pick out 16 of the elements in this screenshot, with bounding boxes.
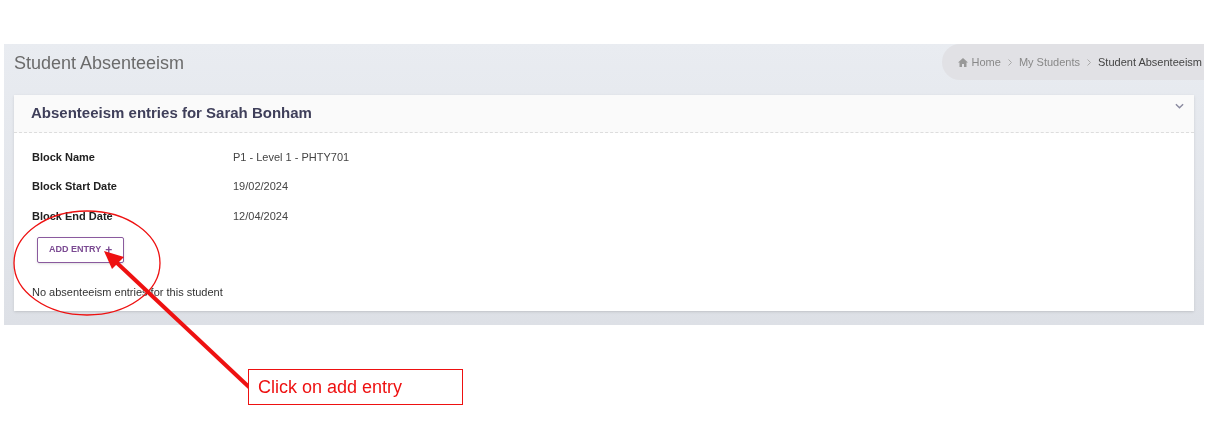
field-value: P1 - Level 1 - PHTY701: [233, 149, 350, 165]
field-value: 12/04/2024: [233, 208, 289, 224]
home-icon: [957, 57, 968, 67]
card-title: Absenteeism entries for Sarah Bonham: [31, 103, 312, 124]
add-entry-button[interactable]: ADD ENTRY +: [37, 236, 125, 263]
field-label: Block Name: [32, 149, 96, 165]
page-title: Student Absenteeism: [13, 52, 185, 75]
breadcrumb-link[interactable]: Home: [971, 53, 1001, 71]
chevron-down-icon[interactable]: [1175, 102, 1184, 109]
chevron-right-icon: [1007, 58, 1012, 66]
field-value: 19/02/2024: [233, 179, 289, 194]
breadcrumb-link[interactable]: My Students: [1018, 53, 1081, 71]
breadcrumb-current: Student Absenteeism: [1098, 54, 1202, 70]
chevron-right-icon: [1087, 58, 1092, 66]
callout-label: Click on add entry: [248, 369, 463, 405]
field-label: Block Start Date: [32, 179, 118, 194]
